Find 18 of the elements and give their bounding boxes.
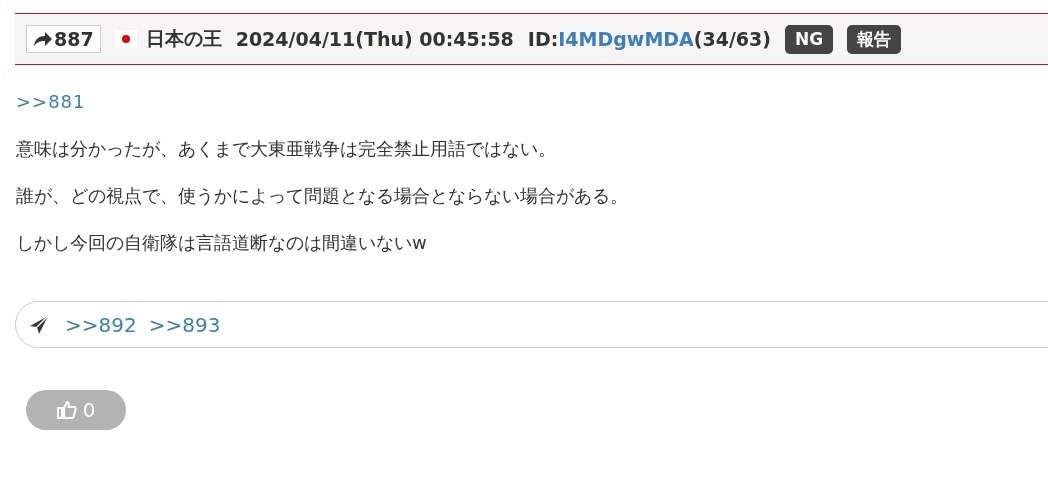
id-label: ID: bbox=[527, 28, 559, 50]
post-number-link[interactable]: 887 bbox=[26, 25, 101, 53]
ng-button[interactable]: NG bbox=[785, 24, 834, 54]
id-count: (34/63) bbox=[693, 28, 771, 50]
flag-icon bbox=[114, 30, 137, 48]
report-button[interactable]: 報告 bbox=[847, 24, 902, 54]
paper-plane-icon bbox=[29, 314, 49, 335]
poster-id-link[interactable]: I4MDgwMDA bbox=[558, 28, 694, 50]
share-arrow-icon bbox=[33, 31, 53, 47]
post-text: 誰が、どの視点で、使うかによって問題となる場合とならない場合がある。 bbox=[16, 184, 628, 208]
reply-link[interactable]: >>892 bbox=[65, 312, 137, 337]
post-text: 意味は分かったが、あくまで大東亜戦争は完全禁止用語ではない。 bbox=[16, 137, 556, 161]
post-date: 2024/04/11(Thu) 00:45:58 bbox=[235, 28, 514, 50]
post-text: しかし今回の自衛隊は言語道断なのは間違いないw bbox=[16, 231, 427, 255]
reply-link[interactable]: >>893 bbox=[148, 312, 221, 337]
reply-anchor-link[interactable]: >>881 bbox=[16, 90, 86, 114]
thumbs-up-icon bbox=[56, 400, 77, 420]
poster-name: 日本の王 bbox=[145, 26, 222, 51]
